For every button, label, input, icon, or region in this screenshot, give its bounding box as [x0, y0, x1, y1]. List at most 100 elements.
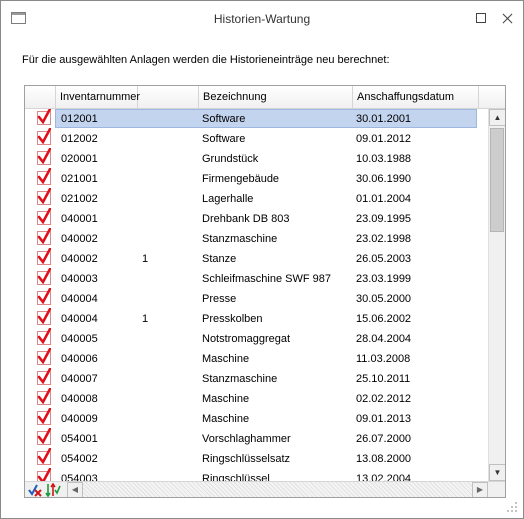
cell-anschaffungsdatum: 02.02.2012 — [356, 393, 412, 405]
cell-bezeichnung: Stanzmaschine — [202, 233, 278, 245]
row-checkbox[interactable] — [37, 109, 51, 125]
maximize-button[interactable] — [467, 5, 495, 31]
cell-inventarnummer: 040002 — [61, 253, 98, 265]
cell-bezeichnung: Ringschlüssel — [202, 473, 270, 481]
cell-anschaffungsdatum: 10.03.1988 — [356, 153, 412, 165]
checkmark-icon — [37, 348, 51, 364]
row-checkbox[interactable] — [37, 248, 51, 265]
cell-inventarnummer: 040008 — [61, 393, 98, 405]
table-row[interactable]: 040007 Stanzmaschine 25.10.2011 — [25, 368, 488, 389]
row-checkbox[interactable] — [37, 168, 51, 185]
row-checkbox[interactable] — [37, 308, 51, 325]
checkmark-icon — [37, 208, 51, 224]
column-header-bezeichnung[interactable]: Bezeichnung — [199, 86, 353, 108]
checkmark-icon — [37, 109, 51, 124]
cell-bezeichnung: Presse — [202, 293, 237, 305]
table-row[interactable]: 040001 Drehbank DB 803 23.09.1995 — [25, 208, 488, 229]
row-checkbox[interactable] — [37, 288, 51, 305]
check-all-icon[interactable] — [45, 482, 61, 497]
scroll-right-arrow-icon[interactable]: ▶ — [472, 482, 488, 497]
table-row[interactable]: 020001 Grundstück 10.03.1988 — [25, 148, 488, 169]
cell-anschaffungsdatum: 09.01.2013 — [356, 413, 412, 425]
row-checkbox[interactable] — [37, 448, 51, 465]
table-row[interactable]: 054001 Vorschlaghammer 26.07.2000 — [25, 428, 488, 449]
cell-inventarnummer: 040005 — [61, 333, 98, 345]
scroll-down-arrow-icon[interactable]: ▼ — [489, 464, 505, 481]
table-row[interactable]: 040002 1 Stanze 26.05.2003 — [25, 248, 488, 269]
row-checkbox[interactable] — [37, 228, 51, 245]
cell-bezeichnung: Schleifmaschine SWF 987 — [202, 273, 331, 285]
checkmark-icon — [37, 428, 51, 444]
table-row[interactable]: 040006 Maschine 11.03.2008 — [25, 348, 488, 369]
row-checkbox[interactable] — [37, 408, 51, 425]
row-checkbox[interactable] — [37, 328, 51, 345]
title-bar: Historien-Wartung — [1, 1, 523, 35]
cell-anschaffungsdatum: 30.05.2000 — [356, 293, 412, 305]
cell-anschaffungsdatum: 26.07.2000 — [356, 433, 412, 445]
checkmark-icon — [37, 448, 51, 464]
table-row[interactable]: 040005 Notstromaggregat 28.04.2004 — [25, 328, 488, 349]
checkmark-icon — [37, 328, 51, 344]
row-checkbox[interactable] — [37, 388, 51, 405]
table-row[interactable]: 054002 Ringschlüsselsatz 13.08.2000 — [25, 448, 488, 469]
scroll-left-arrow-icon[interactable]: ◀ — [67, 482, 83, 497]
uncheck-all-icon[interactable] — [27, 483, 43, 497]
column-header-anschaffungsdatum[interactable]: Anschaffungsdatum — [353, 86, 479, 108]
cell-inventarnummer: 012002 — [61, 133, 98, 145]
cell-anschaffungsdatum: 30.06.1990 — [356, 173, 412, 185]
checkmark-icon — [37, 468, 51, 481]
horizontal-scrollbar[interactable]: ◀ ▶ — [67, 482, 488, 497]
table-row[interactable]: 040009 Maschine 09.01.2013 — [25, 408, 488, 429]
checkmark-icon — [37, 228, 51, 244]
row-checkbox[interactable] — [37, 468, 51, 481]
table-row[interactable]: 012002 Software 09.01.2012 — [25, 128, 488, 149]
table-row[interactable]: 021002 Lagerhalle 01.01.2004 — [25, 188, 488, 209]
cell-inventarnummer: 021001 — [61, 173, 98, 185]
cell-inventarnummer: 040003 — [61, 273, 98, 285]
row-checkbox[interactable] — [37, 268, 51, 285]
cell-bezeichnung: Stanzmaschine — [202, 373, 278, 385]
table-row[interactable]: 040003 Schleifmaschine SWF 987 23.03.1999 — [25, 268, 488, 289]
cell-bezeichnung: Maschine — [202, 353, 250, 365]
row-checkbox[interactable] — [37, 128, 51, 145]
cell-anschaffungsdatum: 23.09.1995 — [356, 213, 412, 225]
cell-anschaffungsdatum: 15.06.2002 — [356, 313, 412, 325]
cell-bezeichnung: Firmengebäude — [202, 173, 280, 185]
table-row[interactable]: 040004 Presse 30.05.2000 — [25, 288, 488, 309]
table-row[interactable]: 040008 Maschine 02.02.2012 — [25, 388, 488, 409]
cell-inventarnummer: 040004 — [61, 293, 98, 305]
vertical-scroll-thumb[interactable] — [490, 128, 504, 232]
table-row[interactable]: 021001 Firmengebäude 30.06.1990 — [25, 168, 488, 189]
cell-anschaffungsdatum: 30.01.2001 — [356, 113, 412, 125]
vertical-scrollbar[interactable]: ▲ ▼ — [488, 109, 505, 481]
cell-inventarnummer: 020001 — [61, 153, 98, 165]
cell-inventarnummer: 040006 — [61, 353, 98, 365]
cell-inventarnummer: 054002 — [61, 453, 98, 465]
table-row[interactable]: 054003 Ringschlüssel 13.02.2004 — [25, 468, 488, 481]
cell-inventarnummer: 040001 — [61, 213, 98, 225]
row-checkbox[interactable] — [37, 188, 51, 205]
row-checkbox[interactable] — [37, 348, 51, 365]
cell-bezeichnung: Ringschlüsselsatz — [202, 453, 291, 465]
table-row[interactable]: 012001 Software 30.01.2001 — [25, 109, 488, 129]
close-button[interactable] — [493, 5, 521, 31]
column-header-inventarnummer[interactable]: Inventarnummer — [56, 86, 140, 108]
column-header-sub[interactable] — [138, 86, 199, 108]
cell-anschaffungsdatum: 26.05.2003 — [356, 253, 412, 265]
cell-bezeichnung: Drehbank DB 803 — [202, 213, 290, 225]
assets-grid: Inventarnummer Bezeichnung Anschaffungsd… — [24, 85, 506, 498]
cell-bezeichnung: Software — [202, 113, 246, 125]
row-checkbox[interactable] — [37, 208, 51, 225]
row-checkbox[interactable] — [37, 368, 51, 385]
table-row[interactable]: 040002 Stanzmaschine 23.02.1998 — [25, 228, 488, 249]
row-checkbox[interactable] — [37, 148, 51, 165]
cell-anschaffungsdatum: 13.08.2000 — [356, 453, 412, 465]
row-checkbox[interactable] — [37, 428, 51, 445]
cell-bezeichnung: Stanze — [202, 253, 237, 265]
scroll-up-arrow-icon[interactable]: ▲ — [489, 109, 505, 126]
cell-anschaffungsdatum: 09.01.2012 — [356, 133, 412, 145]
table-row[interactable]: 040004 1 Presskolben 15.06.2002 — [25, 308, 488, 329]
column-header-check[interactable] — [25, 86, 56, 108]
cell-bezeichnung: Presskolben — [202, 313, 263, 325]
resize-grip-icon[interactable] — [506, 501, 518, 513]
